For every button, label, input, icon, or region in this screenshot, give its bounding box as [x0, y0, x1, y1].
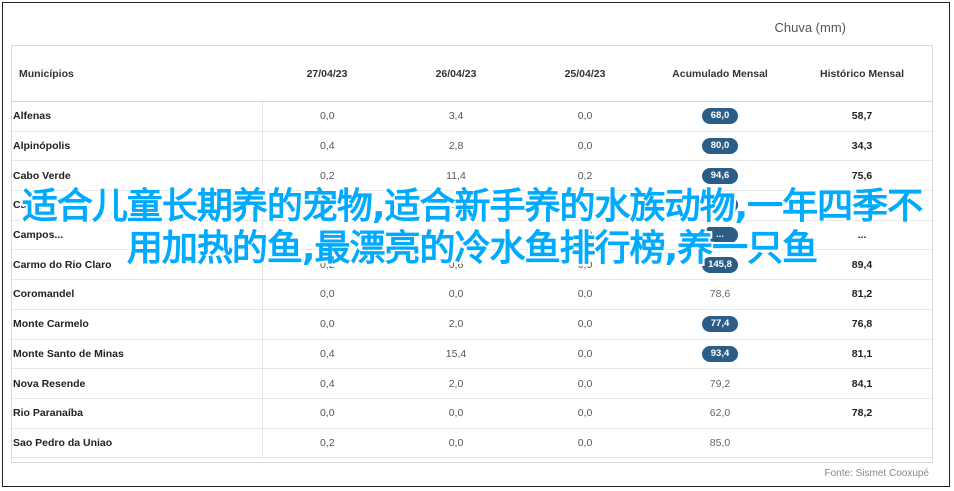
- table-row: Monte Santo de Minas 0,4 15,4 0,0 93,4 81,1: [12, 339, 932, 370]
- date-3-cell: 0,0: [520, 279, 650, 310]
- acumulado-cell: 68,0: [650, 101, 790, 132]
- table-row: Alfenas 0,0 3,4 0,0 68,0 58,7: [12, 101, 932, 132]
- table-body: Alfenas 0,0 3,4 0,0 68,0 58,7 Alpinópolis 0,4 2,…: [12, 101, 932, 459]
- acumulado-badge: 68,0: [702, 108, 738, 125]
- column-header-municipios: Municípios: [12, 46, 262, 102]
- date-1-cell: 0,0: [262, 279, 392, 310]
- date-3-cell: 0,0: [520, 101, 650, 132]
- date-1-cell: 0,4: [262, 131, 392, 162]
- table-row: Alpinópolis 0,4 2,8 0,0 80,0 34,3: [12, 131, 932, 162]
- historico-cell: 78,2: [790, 398, 932, 429]
- date-3-cell: 0,0: [520, 368, 650, 399]
- date-1-cell: 0,4: [262, 339, 392, 370]
- acumulado-cell: 77,4: [650, 309, 790, 340]
- date-3-cell: 0,0: [520, 339, 650, 370]
- acumulado-value: 85,0: [709, 436, 731, 449]
- chart-unit-label: Chuva (mm): [774, 20, 846, 35]
- date-2-cell: 2,8: [392, 131, 520, 162]
- acumulado-badge: 77,4: [702, 316, 738, 333]
- municipio-cell: Alfenas: [12, 101, 263, 132]
- date-3-cell: 0,0: [520, 131, 650, 162]
- date-3-cell: 0,0: [520, 309, 650, 340]
- table-row: Rio Paranaíba 0,0 0,0 0,0 62,0 78,2: [12, 398, 932, 429]
- date-2-cell: 2,0: [392, 368, 520, 399]
- historico-cell: [790, 428, 932, 459]
- historico-cell: 81,1: [790, 339, 932, 370]
- municipio-cell: Sao Pedro da Uniao: [12, 428, 263, 459]
- municipio-cell: Coromandel: [12, 279, 263, 310]
- date-1-cell: 0,0: [262, 309, 392, 340]
- table-header-row: Municípios 27/04/23 26/04/23 25/04/23 Ac…: [12, 46, 932, 102]
- acumulado-cell: 80,0: [650, 131, 790, 162]
- date-2-cell: 3,4: [392, 101, 520, 132]
- historico-cell: 81,2: [790, 279, 932, 310]
- column-header-date-1: 27/04/23: [262, 46, 392, 102]
- acumulado-cell: 93,4: [650, 339, 790, 370]
- date-3-cell: 0,0: [520, 398, 650, 429]
- table-row: Coromandel 0,0 0,0 0,0 78,6 81,2: [12, 279, 932, 310]
- acumulado-value: 78,6: [709, 288, 731, 301]
- date-3-cell: 0,0: [520, 428, 650, 459]
- date-2-cell: 15,4: [392, 339, 520, 370]
- acumulado-badge: 80,0: [702, 138, 738, 155]
- watermark-overlay-text: 适合儿童长期养的宠物,适合新手养的水族动物,一年四季不用加热的鱼,最漂亮的冷水鱼…: [21, 186, 923, 269]
- column-header-date-3: 25/04/23: [520, 46, 650, 102]
- historico-cell: 84,1: [790, 368, 932, 399]
- historico-cell: 34,3: [790, 131, 932, 162]
- date-2-cell: 0,0: [392, 279, 520, 310]
- table-row: Nova Resende 0,4 2,0 0,0 79,2 84,1: [12, 368, 932, 399]
- table-row: Monte Carmelo 0,0 2,0 0,0 77,4 76,8: [12, 309, 932, 340]
- historico-cell: 58,7: [790, 101, 932, 132]
- municipio-cell: Monte Carmelo: [12, 309, 263, 340]
- municipio-cell: Nova Resende: [12, 368, 263, 399]
- column-header-date-2: 26/04/23: [392, 46, 520, 102]
- column-header-historico: Histórico Mensal: [790, 46, 932, 102]
- date-1-cell: 0,0: [262, 101, 392, 132]
- acumulado-badge: 94,6: [702, 167, 738, 184]
- table-row: Sao Pedro da Uniao 0,2 0,0 0,0 85,0: [12, 428, 932, 459]
- date-1-cell: 0,0: [262, 398, 392, 429]
- historico-cell: 76,8: [790, 309, 932, 340]
- municipio-cell: Alpinópolis: [12, 131, 263, 162]
- acumulado-cell: 79,2: [650, 368, 790, 399]
- date-1-cell: 0,4: [262, 368, 392, 399]
- date-1-cell: 0,2: [262, 428, 392, 459]
- acumulado-badge: 93,4: [702, 345, 738, 362]
- date-2-cell: 0,0: [392, 428, 520, 459]
- column-header-acumulado: Acumulado Mensal: [650, 46, 790, 102]
- acumulado-cell: 85,0: [650, 428, 790, 459]
- acumulado-cell: 62,0: [650, 398, 790, 429]
- source-credit: Fonte: Sismet Cooxupé: [824, 468, 930, 479]
- acumulado-value: 62,0: [709, 407, 731, 420]
- acumulado-value: 79,2: [709, 377, 731, 390]
- municipio-cell: Rio Paranaíba: [12, 398, 263, 429]
- municipio-cell: Monte Santo de Minas: [12, 339, 263, 370]
- date-2-cell: 2,0: [392, 309, 520, 340]
- acumulado-cell: 78,6: [650, 279, 790, 310]
- date-2-cell: 0,0: [392, 398, 520, 429]
